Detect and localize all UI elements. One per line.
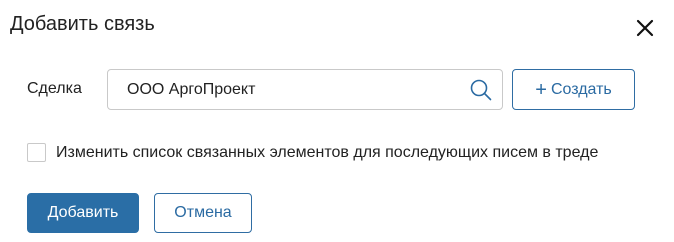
create-button[interactable]: + Создать bbox=[512, 69, 635, 110]
search-icon[interactable] bbox=[469, 78, 493, 102]
update-thread-links-checkbox[interactable] bbox=[27, 143, 46, 162]
deal-search-field[interactable] bbox=[107, 69, 503, 110]
dialog-title: Добавить связь bbox=[10, 13, 155, 35]
add-link-dialog: Добавить связь Сделка + Создать Изменить… bbox=[0, 0, 674, 242]
close-icon[interactable] bbox=[633, 16, 657, 40]
deal-field-label: Сделка bbox=[27, 80, 82, 97]
update-thread-links-label: Изменить список связанных элементов для … bbox=[56, 144, 599, 161]
create-button-label: Создать bbox=[550, 80, 612, 98]
cancel-button[interactable]: Отмена bbox=[154, 193, 252, 233]
add-button[interactable]: Добавить bbox=[27, 193, 139, 233]
plus-icon: + bbox=[535, 78, 547, 101]
deal-input[interactable] bbox=[108, 70, 502, 109]
cancel-button-label: Отмена bbox=[174, 204, 232, 221]
add-button-label: Добавить bbox=[47, 204, 119, 221]
